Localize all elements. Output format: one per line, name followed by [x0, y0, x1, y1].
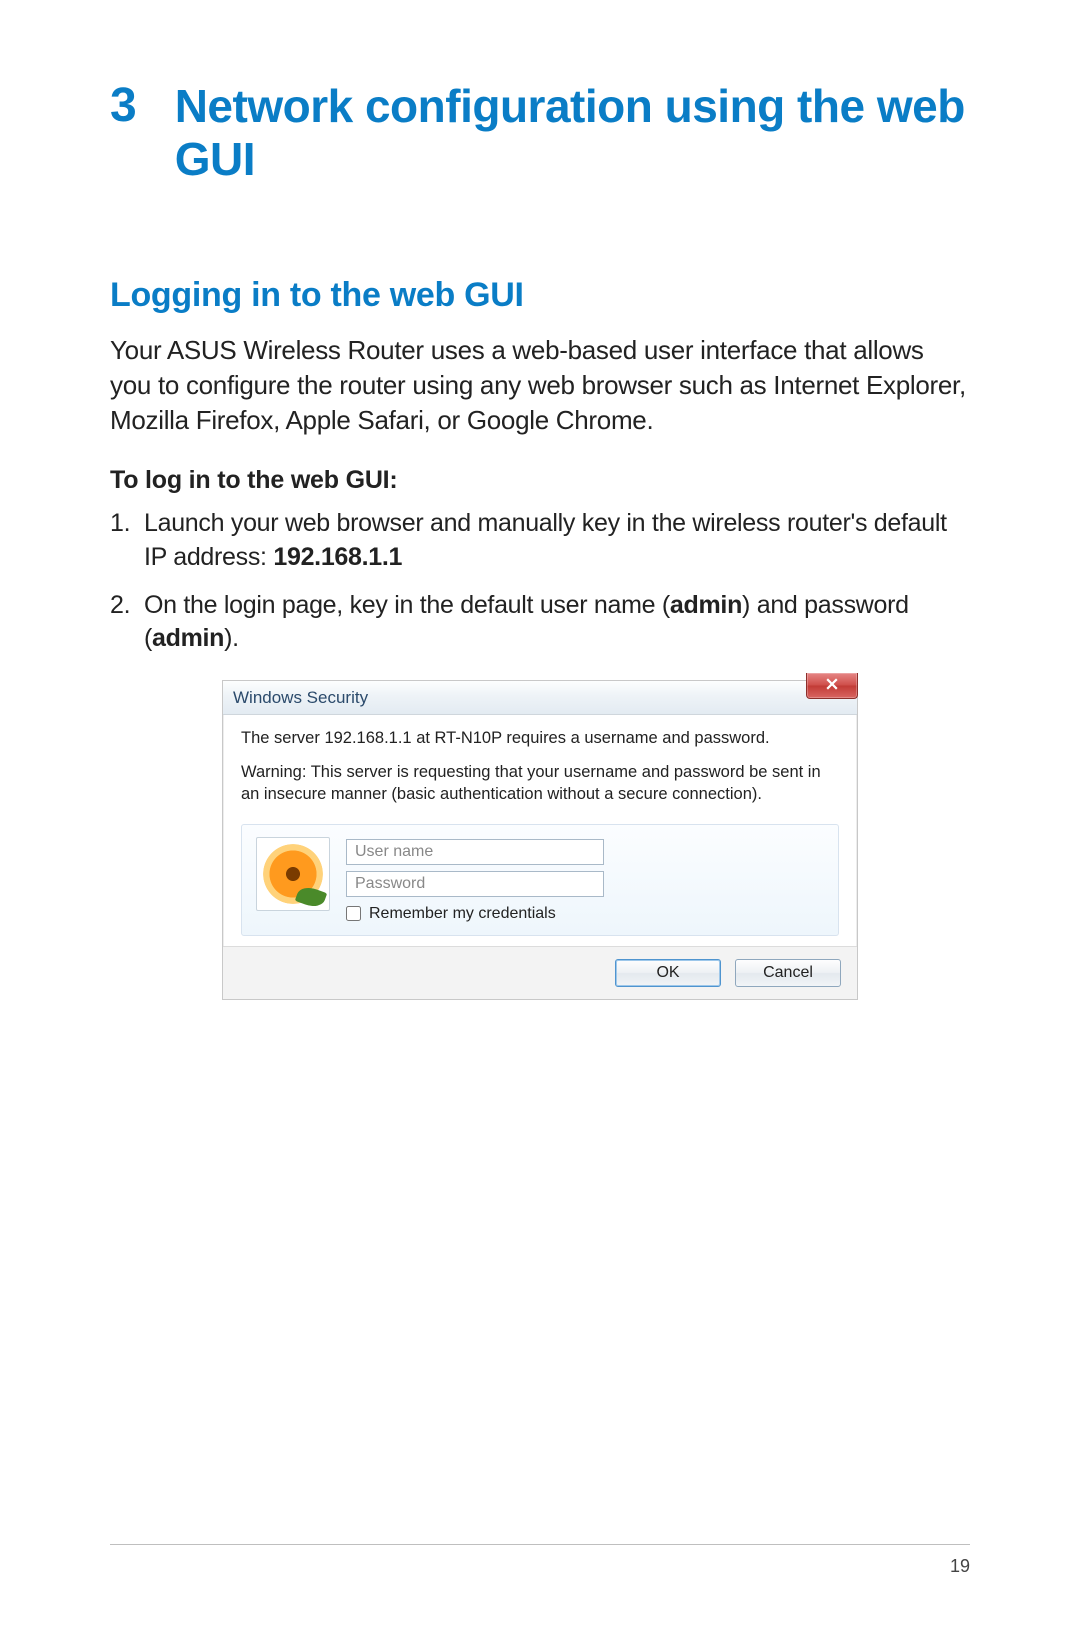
- dialog-footer: OK Cancel: [223, 946, 857, 999]
- dialog-server-text: The server 192.168.1.1 at RT-N10P requir…: [241, 729, 839, 748]
- procedure-subhead: To log in to the web GUI:: [110, 466, 970, 495]
- dialog-warning-text: Warning: This server is requesting that …: [241, 762, 839, 806]
- dialog-titlebar: Windows Security: [223, 681, 857, 715]
- chapter-title: Network configuration using the web GUI: [175, 80, 970, 186]
- cancel-button[interactable]: Cancel: [735, 959, 841, 987]
- remember-credentials[interactable]: Remember my credentials: [346, 905, 824, 923]
- step-2-password: admin: [152, 624, 224, 652]
- document-page: 3 Network configuration using the web GU…: [0, 0, 1080, 1627]
- step-2: On the login page, key in the default us…: [110, 589, 970, 657]
- windows-security-dialog: Windows Security The server 192.168.1.1 …: [222, 680, 858, 1000]
- step-1-ip: 192.168.1.1: [273, 543, 402, 571]
- remember-checkbox[interactable]: [346, 906, 361, 921]
- user-avatar-icon: [256, 837, 330, 911]
- chapter-heading: 3 Network configuration using the web GU…: [110, 80, 970, 186]
- close-icon: [826, 676, 838, 695]
- step-2-username: admin: [670, 591, 742, 619]
- username-input[interactable]: [346, 839, 604, 865]
- intro-paragraph: Your ASUS Wireless Router uses a web-bas…: [110, 333, 970, 438]
- dialog-figure: Windows Security The server 192.168.1.1 …: [110, 680, 970, 1000]
- procedure-list: Launch your web browser and manually key…: [110, 507, 970, 656]
- close-button[interactable]: [806, 673, 858, 699]
- step-2-text-a: On the login page, key in the default us…: [144, 591, 670, 619]
- section-title: Logging in to the web GUI: [110, 276, 970, 315]
- password-input[interactable]: [346, 871, 604, 897]
- dialog-title: Windows Security: [233, 688, 368, 708]
- credentials-panel: Remember my credentials: [241, 824, 839, 936]
- ok-button[interactable]: OK: [615, 959, 721, 987]
- step-2-text-d: ).: [224, 624, 239, 652]
- step-1-text: Launch your web browser and manually key…: [144, 509, 947, 571]
- credentials-fields: Remember my credentials: [346, 837, 824, 923]
- remember-label: Remember my credentials: [369, 905, 556, 923]
- footer-rule: [110, 1544, 970, 1545]
- chapter-number: 3: [110, 80, 137, 130]
- dialog-body: The server 192.168.1.1 at RT-N10P requir…: [223, 715, 857, 946]
- page-number: 19: [950, 1556, 970, 1577]
- step-1: Launch your web browser and manually key…: [110, 507, 970, 575]
